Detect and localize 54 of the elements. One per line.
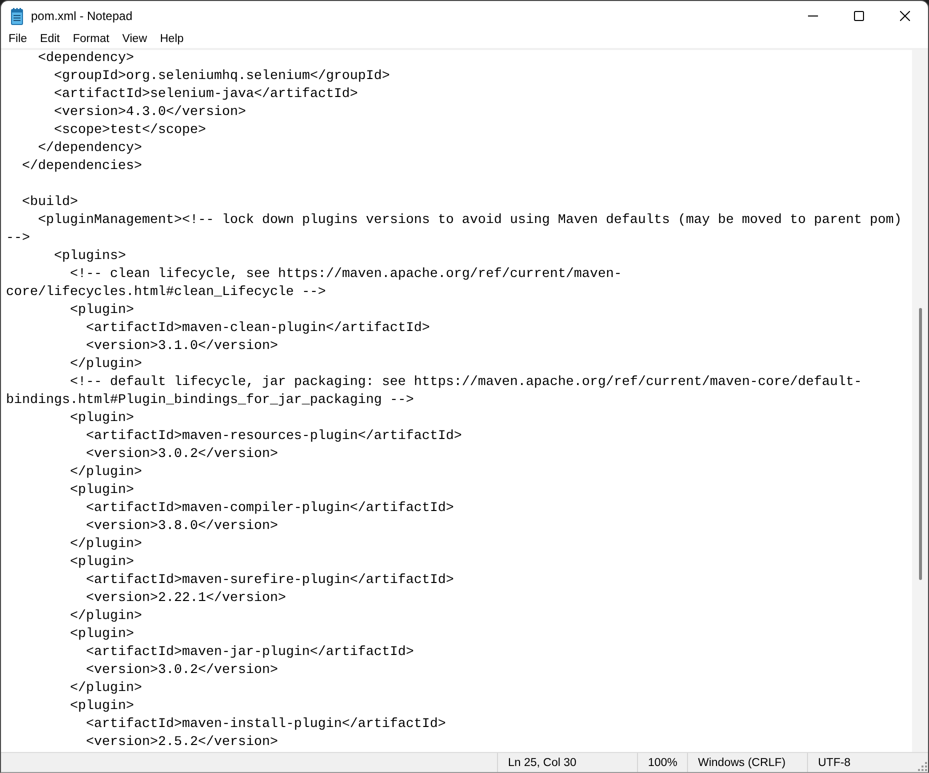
code-line: <artifactId>maven-clean-plugin</artifactId> <box>86 321 430 336</box>
code-line: <plugin> <box>70 627 134 642</box>
code-line: <build> <box>22 195 78 210</box>
code-line: <dependency> <box>38 51 134 66</box>
code-line: <artifactId>maven-install-plugin</artifactId> <box>86 717 446 732</box>
menu-item[interactable]: Format <box>66 31 116 47</box>
menu-item[interactable]: File <box>2 31 34 47</box>
resize-grip-icon[interactable] <box>918 762 927 771</box>
code-line: <!-- default lifecycle, jar packaging: see https://maven.apache.org/ref/current/maven-core/default- <box>70 375 862 390</box>
code-line: </plugin> <box>70 609 142 624</box>
code-line: <plugin> <box>70 555 134 570</box>
code-line: </plugin> <box>70 465 142 480</box>
window-title: pom.xml - Notepad <box>31 9 134 23</box>
code-line: <artifactId>maven-surefire-plugin</artifactId> <box>86 573 454 588</box>
cursor-position: Ln 25, Col 30 <box>497 753 637 772</box>
code-line: </plugin> <box>70 537 142 552</box>
code-line: </dependency> <box>38 141 142 156</box>
code-line: <version>3.0.2</version> <box>86 447 278 462</box>
code-line: <version>3.1.0</version> <box>86 339 278 354</box>
code-line: <version>4.3.0</version> <box>54 105 246 120</box>
code-line: </plugin> <box>70 681 142 696</box>
code-line: <plugin> <box>70 411 134 426</box>
line-ending: Windows (CRLF) <box>687 753 807 772</box>
code-line: </plugin> <box>70 357 142 372</box>
zoom-level[interactable]: 100% <box>637 753 687 772</box>
code-line: <plugins> <box>54 249 126 264</box>
code-line: bindings.html#Plugin_bindings_for_jar_packaging --> <box>6 393 414 408</box>
code-line: <plugin> <box>70 699 134 714</box>
code-line: <scope>test</scope> <box>54 123 206 138</box>
menu-item[interactable]: View <box>116 31 154 47</box>
code-line: --> <box>6 231 30 246</box>
code-line: <artifactId>maven-resources-plugin</artifactId> <box>86 429 462 444</box>
maximize-icon <box>854 11 864 21</box>
code-line: <!-- clean lifecycle, see https://maven.apache.org/ref/current/maven- <box>70 267 622 282</box>
menu-item[interactable]: Help <box>154 31 190 47</box>
code-line: <artifactId>maven-jar-plugin</artifactId> <box>86 645 414 660</box>
notepad-icon <box>11 8 23 24</box>
code-line: </dependencies> <box>22 159 142 174</box>
encoding: UTF-8 <box>807 753 913 772</box>
scrollbar-thumb[interactable] <box>919 308 922 580</box>
code-line: <plugin> <box>70 483 134 498</box>
code-line: <plugin> <box>70 303 134 318</box>
code-line: <pluginManagement><!-- lock down plugins versions to avoid using Maven defaults (may be moved to parent pom) <box>38 213 902 228</box>
code-line: core/lifecycles.html#clean_Lifecycle --> <box>6 285 326 300</box>
code-line: <version>2.5.2</version> <box>86 735 278 750</box>
code-line: <version>3.0.2</version> <box>86 663 278 678</box>
close-icon <box>900 11 910 21</box>
code-line: <version>3.8.0</version> <box>86 519 278 534</box>
code-line: <artifactId>maven-compiler-plugin</artifactId> <box>86 501 454 516</box>
code-line: <artifactId>selenium-java</artifactId> <box>54 87 358 102</box>
code-line: <groupId>org.seleniumhq.selenium</groupId> <box>54 69 390 84</box>
code-line: <version>2.22.1</version> <box>86 591 286 606</box>
vertical-scrollbar[interactable] <box>912 50 928 752</box>
menu-item[interactable]: Edit <box>34 31 66 47</box>
